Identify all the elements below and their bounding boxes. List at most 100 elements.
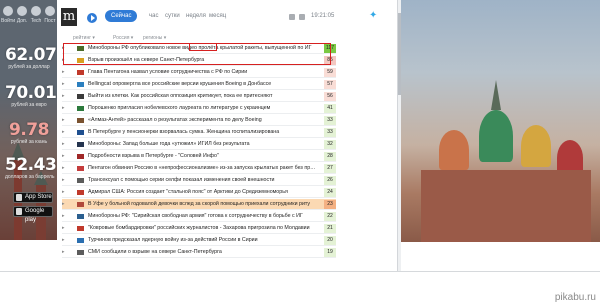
cny-rate: 9.78 рублей за юань <box>5 121 53 146</box>
dome-shape <box>439 130 469 170</box>
news-title[interactable]: "Ковровые бомбардировки" российских журн… <box>88 223 316 233</box>
news-row[interactable]: ▸ Турчинов предсказал ядерную войну из-за… <box>62 235 336 246</box>
news-title[interactable]: СМИ сообщили о взрыве на севере Санкт-Пе… <box>88 247 316 257</box>
expand-icon[interactable]: ▸ <box>62 130 67 135</box>
rss-icon[interactable] <box>289 14 295 20</box>
news-title[interactable]: Минобороны РФ: "Сирийская свободная арми… <box>88 211 316 221</box>
news-title[interactable]: В Уфе у больной годовалой девочки вслед … <box>88 199 316 209</box>
settings-icon[interactable] <box>299 14 305 20</box>
citation-count: 32 <box>324 140 336 149</box>
source-logo-icon <box>77 214 84 219</box>
chat-icon[interactable]: Пост <box>43 6 57 24</box>
play-store-icon <box>16 208 22 215</box>
filter-bar: рейтинг ▾ Россия ▾ регионы ▾ <box>73 35 273 43</box>
news-row[interactable]: ▸ СМИ сообщили о взрыве на севере Санкт-П… <box>62 247 336 258</box>
cathedral-background <box>401 0 600 242</box>
expand-icon[interactable]: ▸ <box>62 82 67 87</box>
citation-count: 57 <box>324 80 336 89</box>
news-title[interactable]: Минобороны: Запад больше года «утюжил» И… <box>88 139 316 149</box>
news-row[interactable]: ▸ Пентагон обвинил Россию в «непрофессион… <box>62 163 336 174</box>
expand-icon[interactable]: ▸ <box>62 202 67 207</box>
news-row[interactable]: ▸ Bellingcat опровергла все российские ве… <box>62 79 336 90</box>
sidebar-icon-label: Войти <box>1 18 15 24</box>
news-title[interactable]: Трансексуал с помощью серии селфи показа… <box>88 175 316 185</box>
news-title[interactable]: Турчинов предсказал ядерную войну из-за … <box>88 235 316 245</box>
grid-icon[interactable]: Доп. <box>15 6 29 24</box>
site-logo[interactable]: m <box>61 8 77 26</box>
news-row[interactable]: ▸ Глава Пентагона назвал условие сотрудни… <box>62 67 336 78</box>
news-row[interactable]: ▸ Минобороны РФ: "Сирийская свободная арм… <box>62 211 336 222</box>
citation-count: 33 <box>324 116 336 125</box>
citation-count: 41 <box>324 104 336 113</box>
rate-value: 62.07 <box>5 45 57 65</box>
news-title[interactable]: Адмирал США: Россия создает "стальной по… <box>88 187 316 197</box>
tab-week[interactable]: неделя <box>186 10 206 22</box>
expand-icon[interactable]: ▸ <box>62 106 67 111</box>
google-play-button[interactable]: Google play <box>13 206 53 223</box>
rate-caption: рублей за евро <box>11 102 47 108</box>
citation-count: 23 <box>324 200 336 209</box>
sidebar-icon-label: Tech <box>30 18 42 24</box>
expand-icon[interactable]: ▸ <box>62 178 67 183</box>
expand-icon[interactable]: ▸ <box>62 94 67 99</box>
citation-count: 19 <box>324 248 336 257</box>
dome-shape <box>521 125 551 167</box>
tab-now[interactable]: Сейчас <box>105 10 138 22</box>
news-title[interactable]: Bellingcat опровергла все российские вер… <box>88 79 316 89</box>
tab-hour[interactable]: час <box>149 10 158 22</box>
sidebar-icon-label: Пост <box>44 18 56 24</box>
divider <box>0 271 600 272</box>
news-row[interactable]: ▸ В Петербурге у пенсионерки взорвалась с… <box>62 127 336 138</box>
tab-month[interactable]: месяц <box>209 10 226 22</box>
news-title[interactable]: Подробности взрыва в Петербурге - "Солов… <box>88 151 316 161</box>
app-store-button[interactable]: App Store <box>13 192 53 203</box>
apple-icon <box>16 194 22 201</box>
source-logo-icon <box>77 154 84 159</box>
news-title[interactable]: Пентагон обвинил Россию в «непрофессиона… <box>88 163 316 173</box>
news-row[interactable]: ▸ Минобороны: Запад больше года «утюжил» … <box>62 139 336 150</box>
play-icon[interactable] <box>87 13 97 23</box>
news-title[interactable]: Глава Пентагона назвал условие сотруднич… <box>88 67 316 77</box>
news-row[interactable]: ▸ Трансексуал с помощью серии селфи показ… <box>62 175 336 186</box>
expand-icon[interactable]: ▸ <box>62 118 67 123</box>
news-row[interactable]: ▸ Подробности взрыва в Петербурге - "Соло… <box>62 151 336 162</box>
tab-day[interactable]: сутки <box>165 10 180 22</box>
oil-rate: 52.43 долларов за баррель <box>5 155 57 181</box>
source-logo-icon <box>77 94 84 99</box>
citation-count: 22 <box>324 212 336 221</box>
filter-region[interactable]: Россия ▾ <box>113 35 133 41</box>
expand-icon[interactable]: ▸ <box>62 238 67 243</box>
news-title[interactable]: Порошенко пригласил нобелевского лауреат… <box>88 103 316 113</box>
rate-value: 52.43 <box>5 155 57 175</box>
annotation-box <box>189 43 217 51</box>
citation-count: 24 <box>324 188 336 197</box>
expand-icon[interactable]: ▸ <box>62 214 67 219</box>
twitter-icon[interactable]: ✦ <box>369 11 381 21</box>
user-icon[interactable]: Войти <box>1 6 15 24</box>
expand-icon[interactable]: ▸ <box>62 154 67 159</box>
news-row[interactable]: ▸ "Ковровые бомбардировки" российских жур… <box>62 223 336 234</box>
expand-icon[interactable]: ▸ <box>62 166 67 171</box>
news-row[interactable]: ▸ Порошенко пригласил нобелевского лауреа… <box>62 103 336 114</box>
news-title[interactable]: «Алмаз-Антей» рассказал о результатах эк… <box>88 115 316 125</box>
source-logo-icon <box>77 190 84 195</box>
expand-icon[interactable]: ▸ <box>62 142 67 147</box>
rate-caption: рублей за юань <box>10 139 48 145</box>
expand-icon[interactable]: ▸ <box>62 190 67 195</box>
filter-regions[interactable]: регионы ▾ <box>143 35 166 41</box>
expand-icon[interactable]: ▸ <box>62 250 67 255</box>
header-bar: m Сейчас час сутки неделя месяц 19:21:05… <box>57 0 397 34</box>
sidebar-icon-label: Доп. <box>16 18 28 24</box>
news-row[interactable]: ▸ Выйти из клетки. Как российская оппозиц… <box>62 91 336 102</box>
source-logo-icon <box>77 178 84 183</box>
source-logo-icon <box>77 142 84 147</box>
news-row[interactable]: ▸ «Алмаз-Антей» рассказал о результатах э… <box>62 115 336 126</box>
star-icon[interactable]: Tech <box>29 6 43 24</box>
news-row[interactable]: ▸ В Уфе у больной годовалой девочки вслед… <box>62 199 336 210</box>
filter-rating[interactable]: рейтинг ▾ <box>73 35 95 41</box>
news-title[interactable]: Выйти из клетки. Как российская оппозици… <box>88 91 316 101</box>
news-title[interactable]: В Петербурге у пенсионерки взорвалась су… <box>88 127 316 137</box>
news-row[interactable]: ▸ Адмирал США: Россия создает "стальной п… <box>62 187 336 198</box>
expand-icon[interactable]: ▸ <box>62 70 67 75</box>
expand-icon[interactable]: ▸ <box>62 226 67 231</box>
